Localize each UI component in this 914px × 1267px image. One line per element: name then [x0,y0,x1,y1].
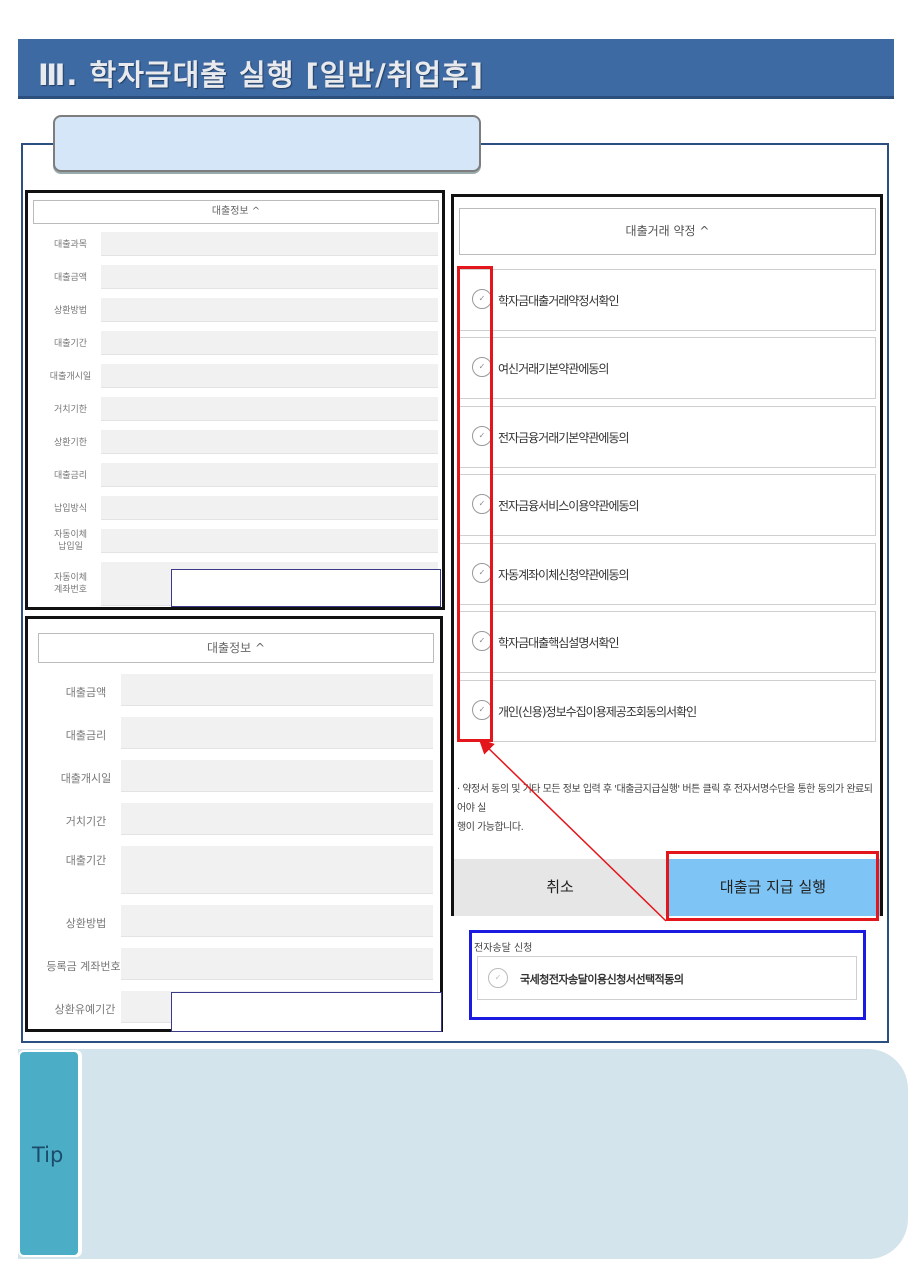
term-label: 전자금융서비스이용약관에동의 [498,499,640,513]
field-value [101,298,438,322]
term-label: 자동계좌이체신청약관에동의 [498,568,630,582]
field-value [121,717,433,749]
field-value [121,760,433,792]
field-value [101,463,438,487]
term-label: 개인(신용)정보수집이용제공조회동의서확인 [498,705,697,719]
field-label: 상환유예기간 [54,1003,116,1016]
checkbox-highlight [457,266,493,742]
loan-info-header[interactable]: 대출정보 ^ [38,633,434,663]
term-item[interactable]: ✓ 학자금대출핵심설명서확인 [459,611,876,673]
agreement-header[interactable]: 대출거래 약정 ^ [459,208,876,255]
edelivery-item[interactable]: ✓ 국세청전자송달이용신청서선택적동의 [477,956,857,1000]
grace-period-box[interactable] [171,992,442,1032]
field-label: 거치기간 [65,815,107,828]
edelivery-title: 전자송달 신청 [474,943,533,954]
field-label: 납입방식 [53,504,88,514]
loan-info-panel-employment: 대출정보 ^ 대출금액 대출금리 대출개시일 거치기간 대출기간 상환방법 등록… [25,616,443,1032]
field-label: 상환방법 [65,917,107,930]
section-banner: Ⅲ. 학자금대출 실행 [일반/취업후] [18,39,894,99]
field-row: 대출과목 [28,230,442,260]
field-label: 거치기한 [53,405,88,415]
field-value [101,397,438,421]
field-value [121,803,433,835]
electronic-delivery-section: 전자송달 신청 ✓ 국세청전자송달이용신청서선택적동의 [469,930,866,1020]
loan-info-header[interactable]: 대출정보 ^ [33,200,439,224]
term-item[interactable]: ✓ 여신거래기본약관에동의 [459,337,876,399]
field-value [101,496,438,520]
term-item[interactable]: ✓ 전자금융서비스이용약관에동의 [459,474,876,536]
notice-line: · 약정서 동의 및 기타 모든 정보 입력 후 '대출금지급실행' 버튼 클릭… [457,784,873,814]
field-label: 대출금리 [53,471,88,481]
subtitle-tab [53,115,481,172]
loan-agreement-panel: 대출거래 약정 ^ ✓ 학자금대출거래약정서확인 ✓ 여신거래기본약관에동의 ✓… [451,194,883,916]
execute-button-highlight [666,851,879,921]
field-value [101,430,438,454]
term-item[interactable]: ✓ 자동계좌이체신청약관에동의 [459,543,876,605]
field-label: 대출금액 [65,686,107,699]
term-label: 여신거래기본약관에동의 [498,362,609,376]
field-row: 거치기한 [28,395,442,425]
check-circle-icon[interactable]: ✓ [488,968,508,988]
term-item[interactable]: ✓ 전자금융거래기본약관에동의 [459,406,876,468]
field-row: 대출기간 [28,329,442,359]
account-number-box[interactable] [171,569,441,607]
loan-info-panel-general: 대출정보 ^ 대출과목 대출금액 상환방법 대출기간 대출개시일 거치기한 상환… [25,190,445,610]
term-item[interactable]: ✓ 개인(신용)정보수집이용제공조회동의서확인 [459,680,876,742]
field-value [121,674,433,706]
field-row: 자동이체 납입일 [28,527,442,557]
field-value [121,905,433,937]
field-row: 대출금리 [28,461,442,491]
field-value [101,529,438,553]
field-label: 대출개시일 [60,772,112,785]
field-label: 대출개시일 [49,372,92,382]
field-value [121,948,433,980]
field-row: 상환방법 [28,296,442,326]
term-item[interactable]: ✓ 학자금대출거래약정서확인 [459,269,876,331]
field-value [101,232,438,256]
field-label: 대출금액 [53,273,88,283]
section-title: Ⅲ. 학자금대출 실행 [일반/취업후] [38,58,484,92]
field-label: 자동이체 납입일 [53,530,88,552]
term-label: 학자금대출핵심설명서확인 [498,636,619,650]
field-label: 대출기간 [53,339,88,349]
field-value [101,331,438,355]
tip-tab: Tip [18,1050,80,1257]
tip-box [18,1049,908,1259]
field-row: 대출개시일 [28,362,442,392]
field-row: 상환기한 [28,428,442,458]
term-label: 전자금융거래기본약관에동의 [498,431,630,445]
field-value [101,265,438,289]
field-value [101,364,438,388]
field-row: 납입방식 [28,494,442,524]
term-label: 학자금대출거래약정서확인 [498,294,619,308]
tip-label: Tip [32,1143,64,1167]
field-label: 대출과목 [53,240,88,250]
agreement-notice: · 약정서 동의 및 기타 모든 정보 입력 후 '대출금지급실행' 버튼 클릭… [457,780,879,837]
cancel-button[interactable]: 취소 [454,859,666,916]
field-label: 상환방법 [53,306,88,316]
field-value [121,846,433,894]
field-label: 등록금 계좌번호 [46,960,121,973]
field-label: 상환기한 [53,438,88,448]
notice-line: 행이 가능합니다. [457,822,524,833]
edelivery-label: 국세청전자송달이용신청서선택적동의 [520,973,684,986]
field-label: 자동이체 계좌번호 [53,573,88,595]
field-label: 대출금리 [65,729,107,742]
field-row: 대출금액 [28,263,442,293]
field-label: 대출기간 [65,854,107,867]
